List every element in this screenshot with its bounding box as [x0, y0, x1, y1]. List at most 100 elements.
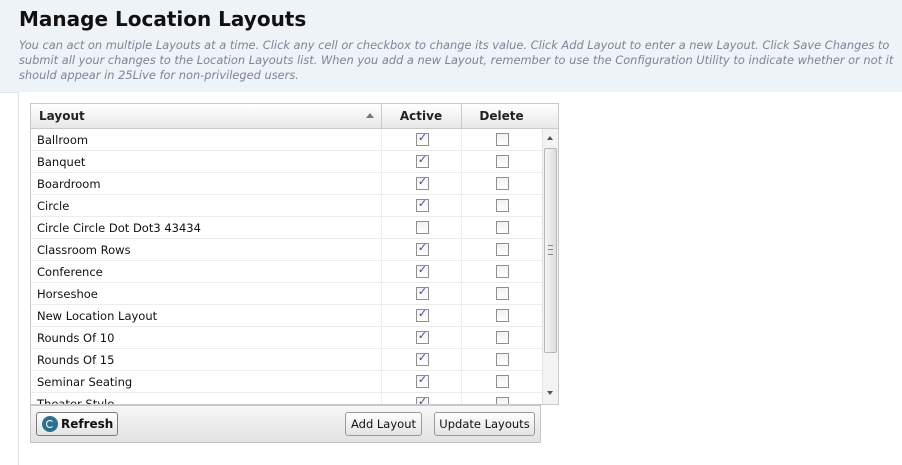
active-checkbox[interactable]: ✓: [416, 153, 429, 168]
layout-name-cell[interactable]: Circle: [37, 195, 69, 217]
layout-name-cell[interactable]: Horseshoe: [37, 283, 98, 305]
active-checkbox[interactable]: ✓: [416, 307, 429, 322]
column-divider: [461, 195, 462, 217]
column-header-layout[interactable]: Layout: [39, 104, 369, 128]
column-divider: [381, 239, 382, 261]
refresh-button-label: Refresh: [61, 417, 114, 431]
check-icon: ✓: [417, 329, 428, 342]
active-checkbox[interactable]: ✓: [416, 175, 429, 190]
layout-name-cell[interactable]: Conference: [37, 261, 103, 283]
delete-checkbox[interactable]: [496, 265, 509, 278]
column-divider: [461, 129, 462, 151]
table-row[interactable]: Horseshoe ✓: [31, 283, 542, 305]
grid-header: Layout Active Delete: [31, 104, 558, 129]
active-checkbox[interactable]: ✓: [416, 373, 429, 388]
add-layout-button[interactable]: Add Layout: [345, 412, 422, 436]
layout-name-cell[interactable]: Boardroom: [37, 173, 101, 195]
column-divider: [461, 283, 462, 305]
table-row[interactable]: Ballroom ✓: [31, 129, 542, 151]
column-divider: [381, 129, 382, 151]
scrollbar-thumb[interactable]: [544, 148, 557, 353]
table-row[interactable]: New Location Layout ✓: [31, 305, 542, 327]
active-checkbox[interactable]: ✓: [416, 131, 429, 146]
page-description: You can act on multiple Layouts at a tim…: [19, 38, 894, 82]
grid-body: Ballroom ✓ Banquet ✓ Boardroom ✓ Circle ✓ Circle…: [31, 129, 542, 404]
column-divider: [381, 173, 382, 195]
delete-checkbox[interactable]: [496, 331, 509, 344]
layout-name-cell[interactable]: Ballroom: [37, 129, 88, 151]
layout-name-cell[interactable]: Circle Circle Dot Dot3 43434: [37, 217, 201, 239]
table-row[interactable]: Rounds Of 10 ✓: [31, 327, 542, 349]
active-checkbox[interactable]: [416, 221, 429, 234]
table-row[interactable]: Rounds Of 15 ✓: [31, 349, 542, 371]
check-icon: ✓: [417, 263, 428, 276]
layout-name-cell[interactable]: Theater Style: [37, 393, 114, 404]
table-row[interactable]: Banquet ✓: [31, 151, 542, 173]
column-divider: [461, 349, 462, 371]
active-checkbox[interactable]: ✓: [416, 329, 429, 344]
delete-checkbox[interactable]: [496, 221, 509, 234]
delete-checkbox[interactable]: [496, 397, 509, 404]
table-row[interactable]: Seminar Seating ✓: [31, 371, 542, 393]
layout-name-cell[interactable]: Rounds Of 15: [37, 349, 114, 371]
table-row[interactable]: Circle ✓: [31, 195, 542, 217]
check-icon: ✓: [417, 307, 428, 320]
column-divider: [461, 327, 462, 349]
delete-checkbox[interactable]: [496, 353, 509, 366]
delete-checkbox[interactable]: [496, 177, 509, 190]
delete-checkbox[interactable]: [496, 199, 509, 212]
layouts-grid: Layout Active Delete Ballroom ✓ Banquet ✓ Bo…: [30, 103, 559, 405]
active-checkbox[interactable]: ✓: [416, 197, 429, 212]
check-icon: ✓: [417, 373, 428, 386]
vertical-scrollbar[interactable]: [542, 129, 558, 404]
column-divider: [381, 217, 382, 239]
column-divider: [381, 393, 382, 404]
column-divider: [461, 305, 462, 327]
delete-checkbox[interactable]: [496, 375, 509, 388]
page-header: Manage Location Layouts You can act on m…: [0, 0, 902, 93]
active-checkbox[interactable]: ✓: [416, 285, 429, 300]
check-icon: ✓: [417, 131, 428, 144]
sort-ascending-icon[interactable]: [366, 113, 374, 118]
column-divider: [461, 393, 462, 404]
table-row[interactable]: Classroom Rows ✓: [31, 239, 542, 261]
active-checkbox[interactable]: ✓: [416, 241, 429, 256]
column-divider: [461, 151, 462, 173]
column-divider: [381, 195, 382, 217]
delete-checkbox[interactable]: [496, 243, 509, 256]
table-row[interactable]: Conference ✓: [31, 261, 542, 283]
active-checkbox[interactable]: ✓: [416, 263, 429, 278]
active-checkbox[interactable]: ✓: [416, 351, 429, 366]
column-divider: [381, 349, 382, 371]
column-header-delete[interactable]: Delete: [461, 104, 542, 128]
table-row[interactable]: Circle Circle Dot Dot3 43434: [31, 217, 542, 239]
layout-name-cell[interactable]: Rounds Of 10: [37, 327, 114, 349]
page-title: Manage Location Layouts: [19, 7, 307, 31]
table-row[interactable]: Theater Style ✓: [31, 393, 542, 404]
column-header-active[interactable]: Active: [381, 104, 461, 128]
check-icon: ✓: [417, 197, 428, 210]
table-row[interactable]: Boardroom ✓: [31, 173, 542, 195]
layout-name-cell[interactable]: New Location Layout: [37, 305, 157, 327]
check-icon: ✓: [417, 351, 428, 364]
layout-name-cell[interactable]: Banquet: [37, 151, 85, 173]
active-checkbox[interactable]: ✓: [416, 395, 429, 404]
delete-checkbox[interactable]: [496, 309, 509, 322]
check-icon: ✓: [417, 153, 428, 166]
grip-icon: [548, 245, 553, 255]
scroll-down-icon[interactable]: [547, 391, 553, 395]
check-icon: ✓: [417, 285, 428, 298]
layout-name-cell[interactable]: Seminar Seating: [37, 371, 132, 393]
column-divider: [461, 261, 462, 283]
delete-checkbox[interactable]: [496, 287, 509, 300]
scroll-up-icon[interactable]: [547, 136, 553, 140]
column-divider: [461, 217, 462, 239]
refresh-button[interactable]: Refresh: [36, 412, 118, 436]
delete-checkbox[interactable]: [496, 155, 509, 168]
column-divider: [381, 327, 382, 349]
column-divider: [381, 151, 382, 173]
layout-name-cell[interactable]: Classroom Rows: [37, 239, 131, 261]
refresh-icon: [42, 416, 58, 432]
update-layouts-button[interactable]: Update Layouts: [434, 412, 535, 436]
delete-checkbox[interactable]: [496, 133, 509, 146]
